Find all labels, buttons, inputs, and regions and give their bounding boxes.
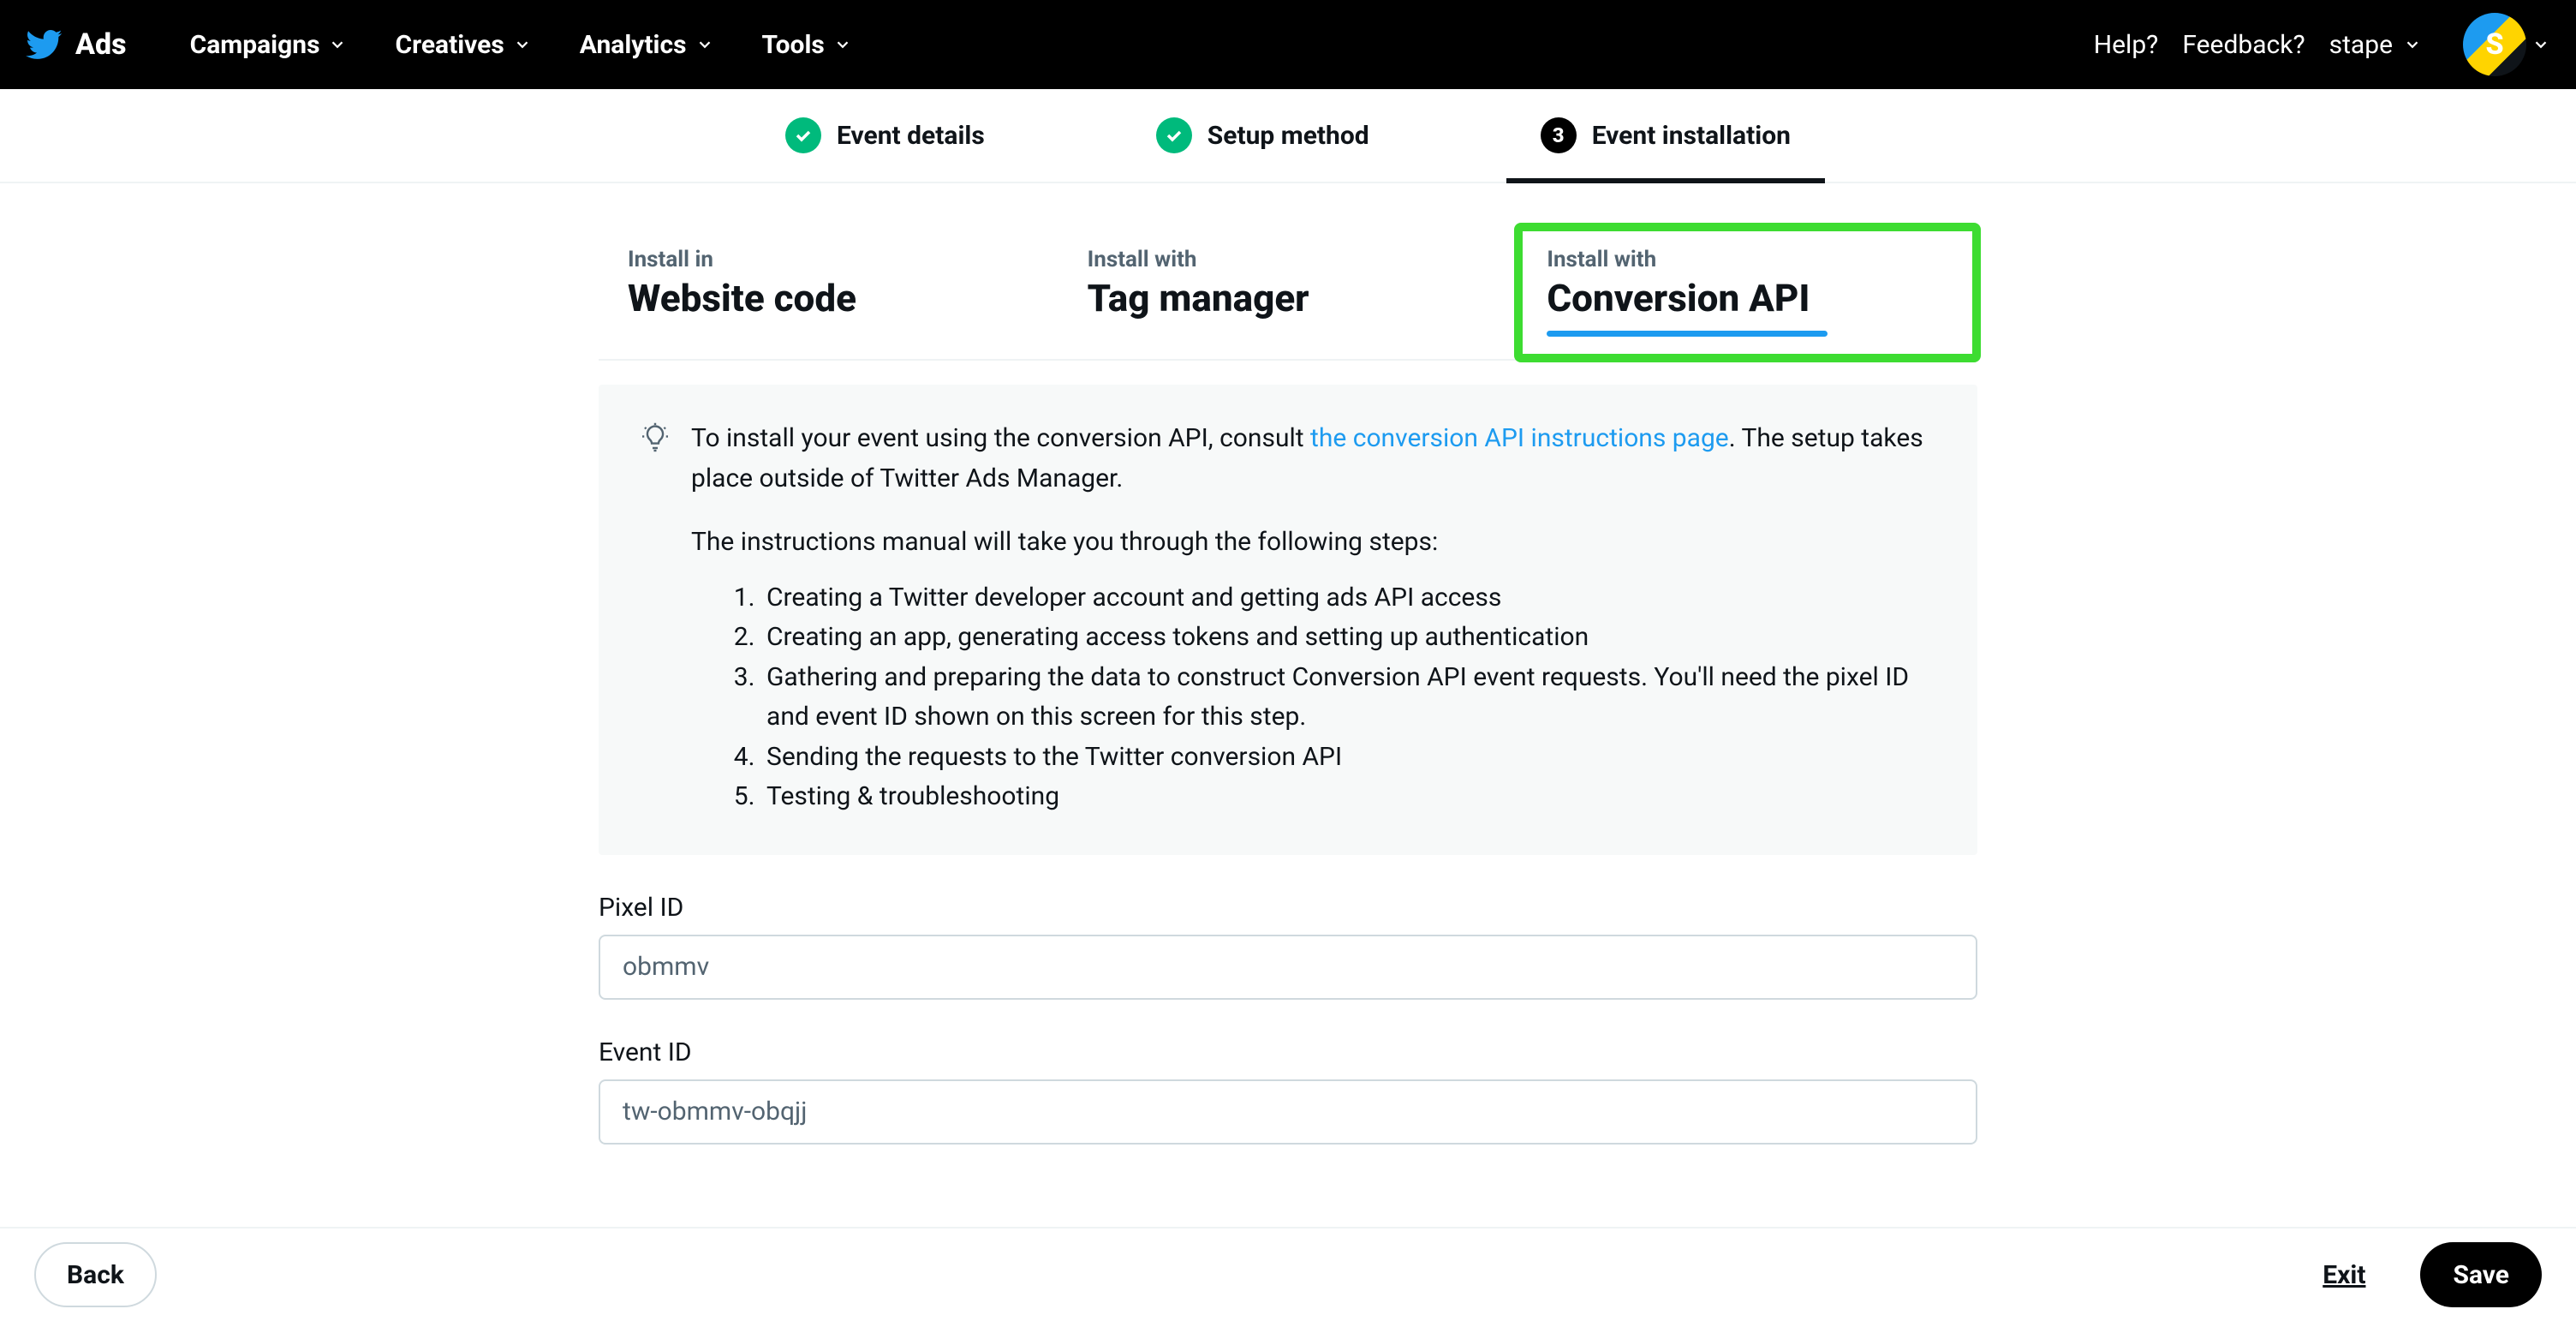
brand-text: Ads <box>75 27 127 62</box>
step-label: Event installation <box>1592 121 1791 151</box>
info-text-pre: To install your event using the conversi… <box>691 423 1310 453</box>
tab-pretitle: Install in <box>599 247 1058 272</box>
exit-button[interactable]: Exit <box>2292 1242 2396 1307</box>
nav-tools[interactable]: Tools <box>743 30 871 60</box>
step-label: Event details <box>837 121 985 151</box>
tab-pretitle: Install with <box>1058 247 1518 272</box>
info-steps-list: Creating a Twitter developer account and… <box>691 578 1936 817</box>
info-lead: To install your event using the conversi… <box>691 419 1936 499</box>
nav-analytics[interactable]: Analytics <box>561 30 733 60</box>
field-label: Pixel ID <box>599 893 1977 923</box>
install-tabs: Install in Website code Install with Tag… <box>599 226 1977 361</box>
field-label: Event ID <box>599 1037 1977 1067</box>
tab-conversion-api[interactable]: Install with Conversion API <box>1518 226 1977 359</box>
info-step: Gathering and preparing the data to cons… <box>761 658 1936 738</box>
field-pixel-id: Pixel ID <box>599 893 1977 1000</box>
check-icon <box>1156 117 1192 153</box>
info-step: Creating a Twitter developer account and… <box>761 578 1936 619</box>
info-step: Creating an app, generating access token… <box>761 618 1936 658</box>
back-button[interactable]: Back <box>34 1242 157 1307</box>
step-label: Setup method <box>1208 121 1369 151</box>
nav-label: Creatives <box>395 30 504 60</box>
tab-title: Conversion API <box>1518 276 1977 337</box>
save-button[interactable]: Save <box>2420 1242 2542 1307</box>
instructions-link[interactable]: the conversion API instructions page <box>1310 423 1729 453</box>
tab-title: Tag manager <box>1058 276 1518 320</box>
check-icon <box>785 117 821 153</box>
tab-website-code[interactable]: Install in Website code <box>599 226 1058 359</box>
nav-label: Campaigns <box>190 30 320 60</box>
info-box: To install your event using the conversi… <box>599 385 1977 855</box>
info-step: Testing & troubleshooting <box>761 777 1936 817</box>
event-id-input[interactable] <box>599 1079 1977 1145</box>
chevron-down-icon <box>513 35 532 54</box>
step-setup-method[interactable]: Setup method <box>1122 89 1404 182</box>
twitter-icon <box>26 26 63 63</box>
step-number-badge: 3 <box>1541 117 1577 153</box>
nav-creatives[interactable]: Creatives <box>376 30 550 60</box>
avatar-letter: S <box>2485 27 2503 62</box>
chevron-down-icon <box>2531 35 2550 54</box>
account-dropdown[interactable]: stape <box>2329 30 2422 60</box>
tab-tag-manager[interactable]: Install with Tag manager <box>1058 226 1518 359</box>
nav-label: Analytics <box>580 30 687 60</box>
tab-title: Website code <box>599 276 1058 320</box>
info-subhead: The instructions manual will take you th… <box>691 523 1936 563</box>
chevron-down-icon <box>833 35 852 54</box>
footer-bar: Back Exit Save <box>0 1227 2576 1321</box>
step-event-installation[interactable]: 3 Event installation <box>1506 89 1825 182</box>
avatar-menu[interactable]: S <box>2463 13 2550 76</box>
avatar: S <box>2463 13 2526 76</box>
tab-pretitle: Install with <box>1518 247 1977 272</box>
nav-label: Tools <box>762 30 825 60</box>
lightbulb-icon <box>640 422 671 453</box>
main-content: Install in Website code Install with Tag… <box>599 226 1977 1145</box>
info-step: Sending the requests to the Twitter conv… <box>761 738 1936 778</box>
field-event-id: Event ID <box>599 1037 1977 1145</box>
pixel-id-input[interactable] <box>599 935 1977 1000</box>
chevron-down-icon <box>695 35 714 54</box>
step-event-details[interactable]: Event details <box>751 89 1019 182</box>
chevron-down-icon <box>328 35 347 54</box>
help-link[interactable]: Help? <box>2094 30 2159 60</box>
nav-campaigns[interactable]: Campaigns <box>171 30 367 60</box>
top-nav: Ads Campaigns Creatives Analytics Tools … <box>0 0 2576 89</box>
account-label: stape <box>2329 30 2393 60</box>
brand-block[interactable]: Ads <box>26 26 127 63</box>
feedback-link[interactable]: Feedback? <box>2182 30 2305 60</box>
chevron-down-icon <box>2403 35 2422 54</box>
steps-bar: Event details Setup method 3 Event insta… <box>0 89 2576 183</box>
